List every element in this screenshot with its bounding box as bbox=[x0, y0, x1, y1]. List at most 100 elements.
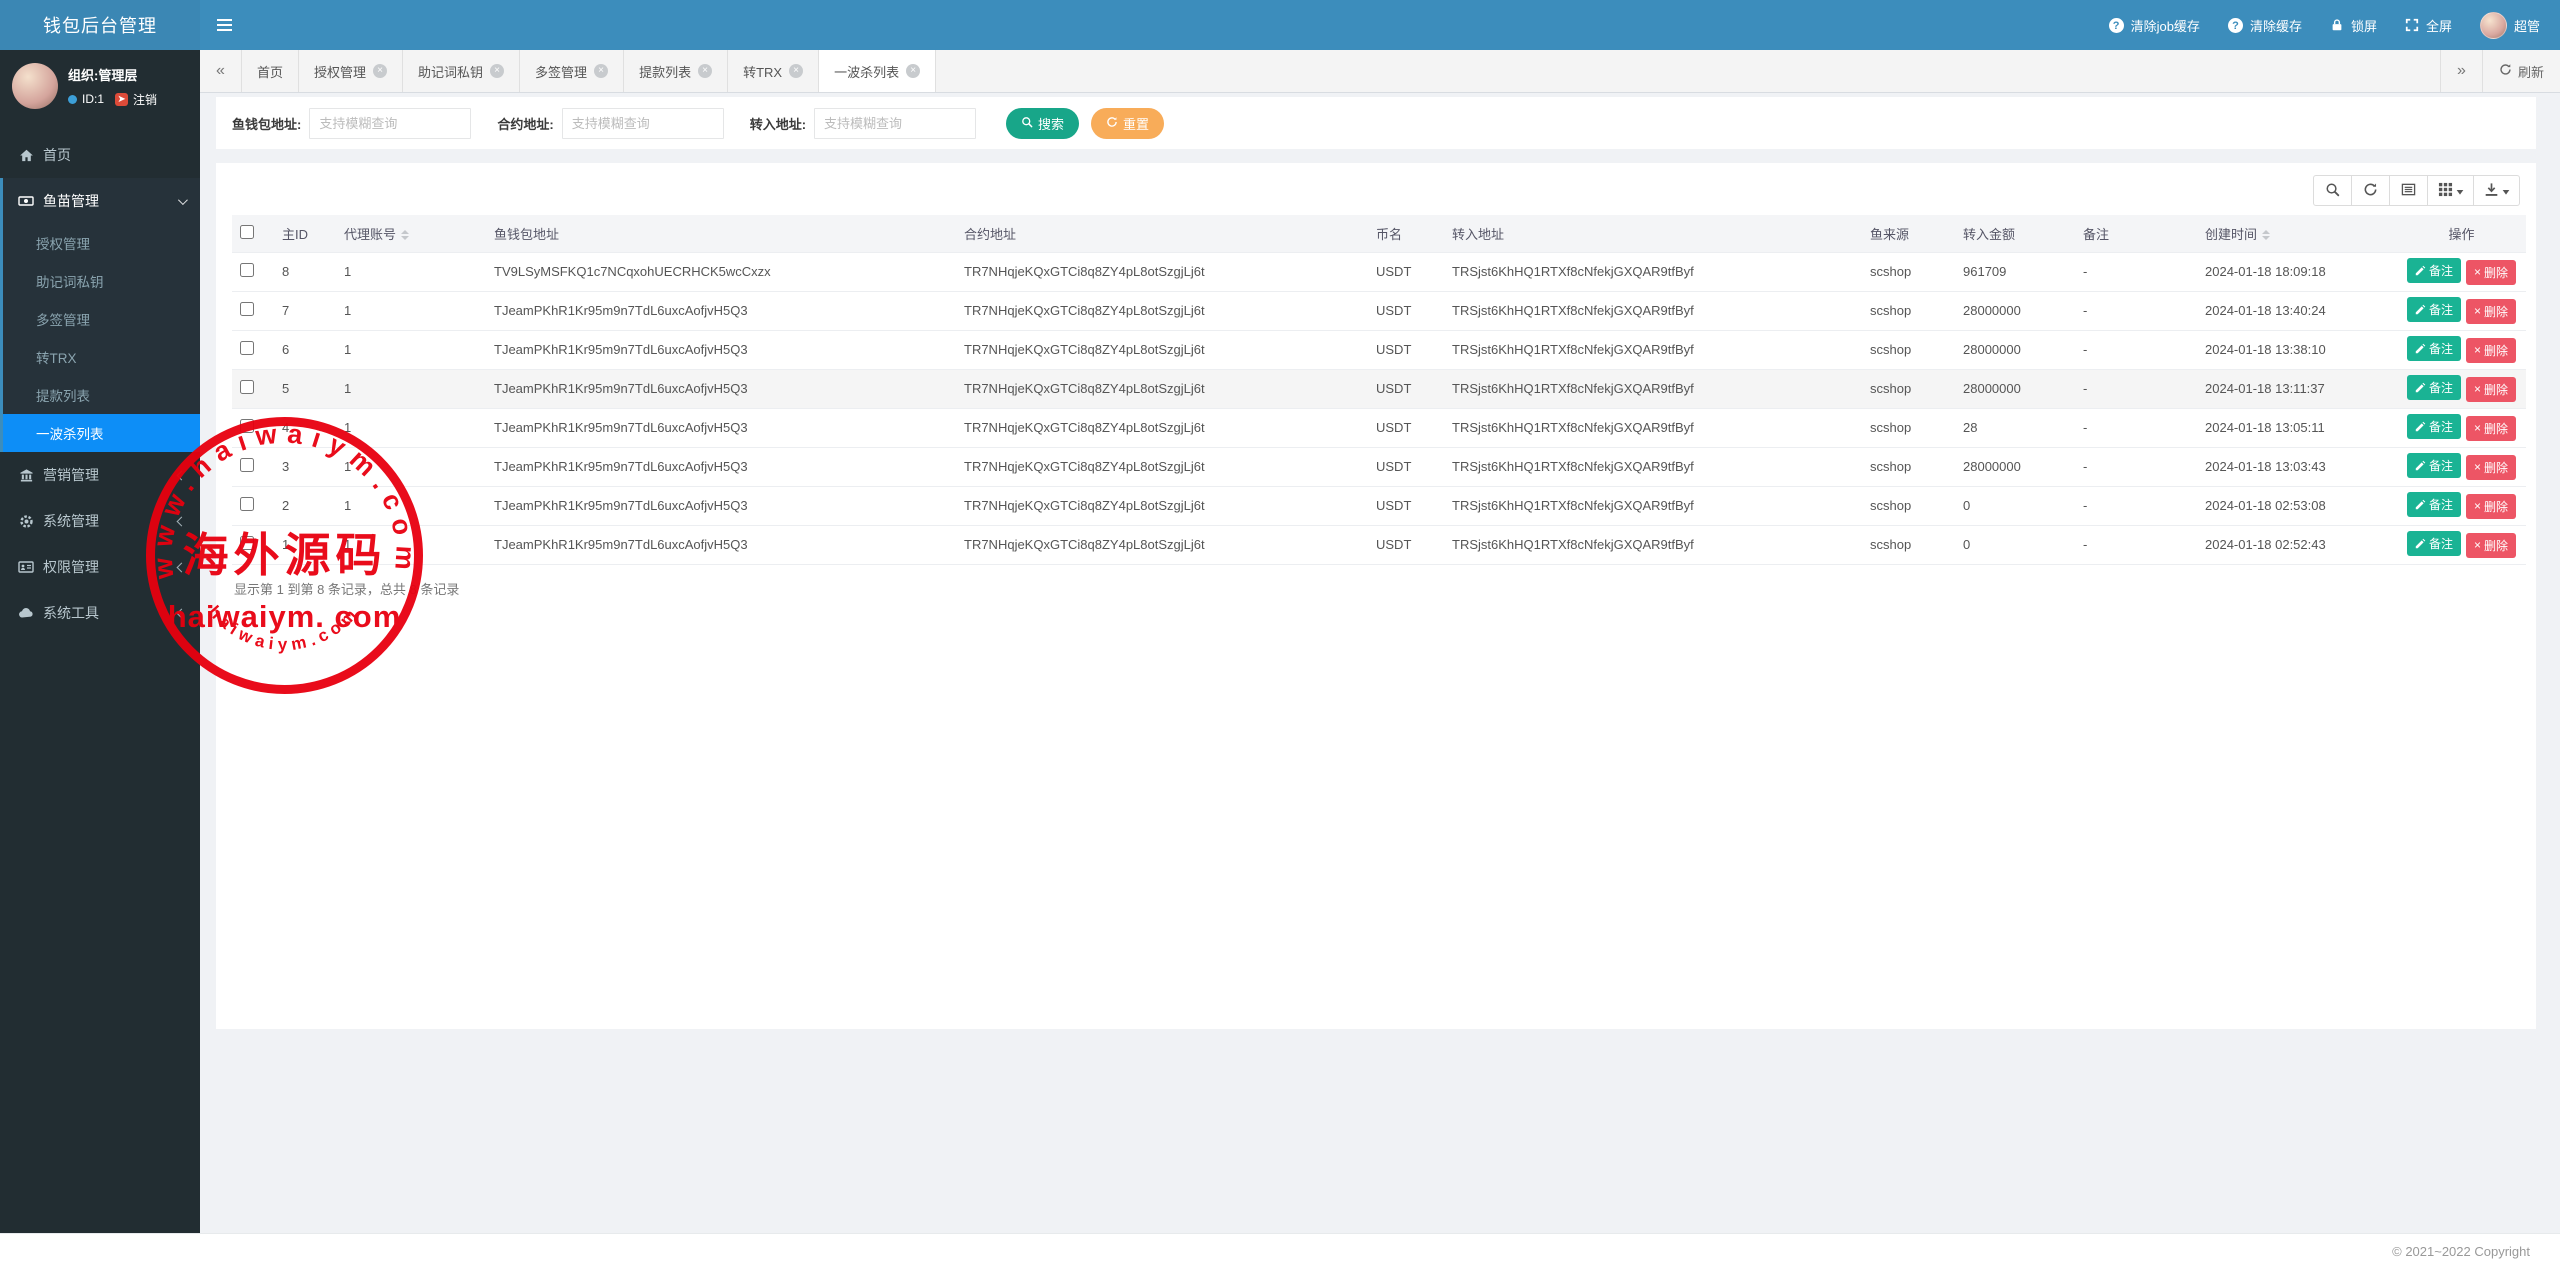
row-checkbox[interactable] bbox=[240, 419, 254, 433]
row-checkbox[interactable] bbox=[240, 458, 254, 472]
delete-button[interactable]: ×删除 bbox=[2466, 533, 2516, 558]
close-icon[interactable]: × bbox=[490, 64, 504, 78]
user-menu[interactable]: 超管 bbox=[2466, 0, 2554, 50]
delete-button[interactable]: ×删除 bbox=[2466, 299, 2516, 324]
cell-remark: - bbox=[2075, 369, 2197, 408]
close-icon[interactable]: × bbox=[594, 64, 608, 78]
data-table: 主ID代理账号鱼钱包地址合约地址币名转入地址鱼来源转入金额备注创建时间操作 81… bbox=[232, 215, 2526, 565]
sidebar-item-system-tools[interactable]: 系统工具 bbox=[0, 590, 200, 636]
refresh-icon bbox=[2363, 182, 2378, 200]
tabs-scroll-left-button[interactable]: « bbox=[200, 50, 242, 92]
close-icon[interactable]: × bbox=[698, 64, 712, 78]
close-icon[interactable]: × bbox=[906, 64, 920, 78]
question-circle-icon: ? bbox=[2109, 17, 2124, 34]
close-icon[interactable]: × bbox=[789, 64, 803, 78]
cell-fish-source: scshop bbox=[1862, 252, 1955, 291]
delete-button[interactable]: ×删除 bbox=[2466, 260, 2516, 285]
table-refresh-button[interactable] bbox=[2351, 175, 2390, 206]
tab-mnemonic-private-key[interactable]: 助记词私钥 × bbox=[403, 50, 520, 92]
tab-one-wave-kill-list[interactable]: 一波杀列表× bbox=[819, 50, 936, 92]
table-export-button[interactable] bbox=[2473, 175, 2520, 206]
sidebar-subitem-withdrawal-list[interactable]: 提款列表 bbox=[3, 376, 200, 414]
sidebar-subitem-multisig-management[interactable]: 多签管理 bbox=[3, 300, 200, 338]
sidebar-item-permission-management[interactable]: 权限管理 bbox=[0, 544, 200, 590]
header-col-coin: 币名 bbox=[1368, 215, 1444, 252]
remark-button[interactable]: 备注 bbox=[2407, 297, 2461, 322]
header-col-remark: 备注 bbox=[2075, 215, 2197, 252]
reset-icon bbox=[1106, 116, 1118, 131]
main-content: 鱼钱包地址: 合约地址: 转入地址: 搜索 重置 bbox=[200, 93, 2560, 1233]
clear-cache-button[interactable]: ?清除缓存 bbox=[2214, 0, 2316, 50]
tab-multisig-management[interactable]: 多签管理× bbox=[520, 50, 624, 92]
tab-transfer-trx[interactable]: 转TRX× bbox=[728, 50, 819, 92]
sort-icon[interactable] bbox=[2262, 230, 2270, 240]
table-body: 81TV9LSyMSFKQ1c7NCqxohUECRHCK5wcCxzxTR7N… bbox=[232, 252, 2526, 564]
cell-fish-source: scshop bbox=[1862, 486, 1955, 525]
logout-button[interactable]: 注销 bbox=[133, 91, 157, 108]
header-col-created-time[interactable]: 创建时间 bbox=[2197, 215, 2397, 252]
row-checkbox[interactable] bbox=[240, 263, 254, 277]
tab-refresh-button[interactable]: 刷新 bbox=[2482, 50, 2560, 92]
to-address-input[interactable] bbox=[814, 108, 976, 139]
close-icon[interactable]: × bbox=[373, 64, 387, 78]
cell-amount: 28000000 bbox=[1955, 330, 2075, 369]
remark-button[interactable]: 备注 bbox=[2407, 453, 2461, 478]
wallet-address-input[interactable] bbox=[309, 108, 471, 139]
gear-icon bbox=[18, 514, 34, 529]
sidebar-item-home[interactable]: 首页 bbox=[0, 132, 200, 178]
header-col-agent[interactable]: 代理账号 bbox=[336, 215, 486, 252]
row-checkbox[interactable] bbox=[240, 380, 254, 394]
remark-button[interactable]: 备注 bbox=[2407, 414, 2461, 439]
delete-button[interactable]: ×删除 bbox=[2466, 494, 2516, 519]
sidebar-subitem-mnemonic-private-key[interactable]: 助记词私钥 bbox=[3, 262, 200, 300]
row-checkbox[interactable] bbox=[240, 536, 254, 550]
table-search-button[interactable] bbox=[2313, 175, 2352, 206]
sidebar-item-fish-fry-management[interactable]: 鱼苗管理 bbox=[0, 178, 200, 224]
sidebar-subitem-one-wave-kill-list[interactable]: 一波杀列表 bbox=[3, 414, 200, 452]
remark-button[interactable]: 备注 bbox=[2407, 375, 2461, 400]
cell-wallet-address: TJeamPKhR1Kr95m9n7TdL6uxcAofjvH5Q3 bbox=[486, 447, 956, 486]
delete-button[interactable]: ×删除 bbox=[2466, 377, 2516, 402]
row-checkbox[interactable] bbox=[240, 302, 254, 316]
tabs-scroll-right-button[interactable]: » bbox=[2440, 50, 2482, 92]
tab-home[interactable]: 首页 bbox=[242, 50, 299, 92]
cell-to-address: TRSjst6KhHQ1RTXf8cNfekjGXQAR9tfByf bbox=[1444, 330, 1862, 369]
sidebar-subitem-transfer-trx[interactable]: 转TRX bbox=[3, 338, 200, 376]
row-checkbox-cell bbox=[232, 252, 274, 291]
row-checkbox[interactable] bbox=[240, 497, 254, 511]
clear-job-cache-button[interactable]: ?清除job缓存 bbox=[2095, 0, 2214, 50]
navbar-spacer bbox=[248, 0, 2095, 50]
delete-button[interactable]: ×删除 bbox=[2466, 338, 2516, 363]
row-checkbox[interactable] bbox=[240, 341, 254, 355]
delete-button[interactable]: ×删除 bbox=[2466, 455, 2516, 480]
sidebar-item-marketing-management[interactable]: 营销管理 bbox=[0, 452, 200, 498]
cell-contract-address: TR7NHqjeKQxGTCi8q8ZY4pL8otSzgjLj6t bbox=[956, 408, 1368, 447]
remark-button[interactable]: 备注 bbox=[2407, 492, 2461, 517]
table-columns-button[interactable] bbox=[2427, 175, 2474, 206]
cell-created-time: 2024-01-18 13:05:11 bbox=[2197, 408, 2397, 447]
sort-icon[interactable] bbox=[401, 230, 409, 240]
remark-button[interactable]: 备注 bbox=[2407, 336, 2461, 361]
cell-remark: - bbox=[2075, 252, 2197, 291]
table-detail-view-button[interactable] bbox=[2389, 175, 2428, 206]
delete-button[interactable]: ×删除 bbox=[2466, 416, 2516, 441]
cell-remark: - bbox=[2075, 486, 2197, 525]
sidebar-item-system-management[interactable]: 系统管理 bbox=[0, 498, 200, 544]
tab-withdrawal-list[interactable]: 提款列表× bbox=[624, 50, 728, 92]
x-icon: × bbox=[2474, 421, 2481, 435]
select-all-checkbox[interactable] bbox=[240, 225, 254, 239]
wallet-address-label: 鱼钱包地址: bbox=[232, 114, 301, 133]
remark-button[interactable]: 备注 bbox=[2407, 258, 2461, 283]
tab-auth-management[interactable]: 授权管理× bbox=[299, 50, 403, 92]
tab-label: 助记词私钥 bbox=[418, 62, 483, 81]
export-download-icon bbox=[2484, 182, 2499, 200]
fullscreen-button[interactable]: 全屏 bbox=[2391, 0, 2466, 50]
sidebar-toggle-button[interactable] bbox=[200, 0, 248, 50]
search-button[interactable]: 搜索 bbox=[1006, 108, 1079, 139]
reset-button[interactable]: 重置 bbox=[1091, 108, 1164, 139]
contract-address-input[interactable] bbox=[562, 108, 724, 139]
lock-screen-button[interactable]: 锁屏 bbox=[2316, 0, 2391, 50]
sidebar-subitem-auth-management[interactable]: 授权管理 bbox=[3, 224, 200, 262]
app-title[interactable]: 钱包后台管理 bbox=[0, 0, 200, 50]
remark-button[interactable]: 备注 bbox=[2407, 531, 2461, 556]
